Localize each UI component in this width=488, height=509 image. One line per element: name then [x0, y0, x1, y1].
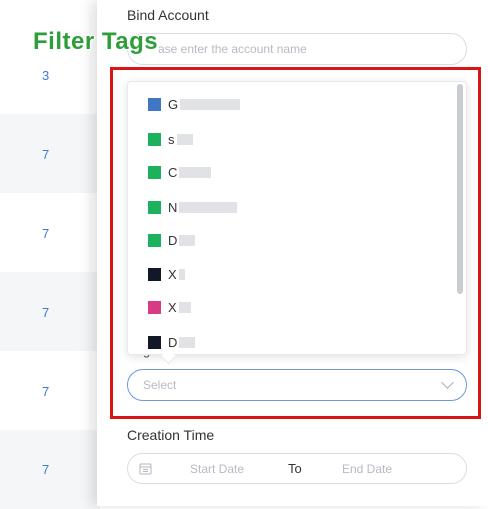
tag-color-swatch: [148, 165, 161, 179]
redacted-text: [179, 201, 238, 213]
date-separator: To: [288, 461, 302, 476]
tag-color-swatch: [148, 132, 161, 146]
table-row-value: 7: [42, 384, 50, 399]
tag-color-swatch: [148, 267, 161, 281]
redacted-text: [180, 98, 241, 110]
tag-option-label: D: [168, 334, 178, 350]
tag-option-label: X: [168, 299, 177, 315]
tag-option[interactable]: G: [148, 94, 241, 114]
tag-option[interactable]: D: [148, 332, 196, 352]
tag-color-swatch: [148, 233, 161, 247]
start-date-input[interactable]: Start Date: [190, 462, 244, 476]
tag-option-label: N: [168, 199, 178, 215]
end-date-input[interactable]: End Date: [342, 462, 392, 476]
background-table: 3 7 7 7 7 7: [0, 0, 100, 509]
tag-color-swatch: [148, 335, 161, 349]
tags-select[interactable]: Select: [127, 369, 467, 401]
redacted-text: [179, 234, 196, 246]
tags-dropdown: G s C N D X X D: [127, 81, 467, 355]
bind-account-placeholder: ase enter the account name: [158, 42, 307, 56]
redacted-text: [179, 166, 212, 178]
tag-option-label: X: [168, 266, 177, 282]
tag-option[interactable]: D: [148, 230, 196, 250]
date-range-picker[interactable]: Start Date To End Date: [127, 453, 467, 484]
tag-option[interactable]: X: [148, 264, 185, 284]
tag-color-swatch: [148, 200, 161, 214]
table-row: 7: [0, 193, 100, 272]
annotation-title: Filter Tags: [33, 28, 159, 55]
tag-option-label: C: [168, 164, 178, 180]
tag-option-label: G: [168, 96, 179, 112]
table-row-value: 7: [42, 147, 50, 162]
tag-option-label: D: [168, 232, 178, 248]
tags-select-placeholder: Select: [143, 378, 177, 392]
chevron-down-icon: [441, 376, 454, 389]
redacted-text: [178, 301, 191, 313]
table-row: 7: [0, 351, 100, 430]
table-row-value: 7: [42, 462, 50, 477]
table-row-value: 7: [42, 305, 50, 320]
redacted-text: [176, 133, 193, 145]
table-row: 7: [0, 272, 100, 351]
redacted-text: [178, 268, 185, 280]
redacted-text: [179, 336, 196, 348]
table-row: 7: [0, 430, 100, 509]
tag-option-label: s: [168, 131, 175, 147]
tag-color-swatch: [148, 97, 161, 111]
dropdown-scrollbar[interactable]: [457, 84, 463, 294]
bind-account-input[interactable]: ase enter the account name: [127, 33, 467, 65]
table-row-value: 3: [42, 68, 50, 83]
table-row: 7: [0, 114, 100, 193]
tag-color-swatch: [148, 300, 161, 314]
bind-account-label: Bind Account: [127, 7, 209, 23]
table-row-value: 7: [42, 226, 50, 241]
tag-option[interactable]: C: [148, 162, 212, 182]
calendar-icon: [139, 463, 152, 475]
tag-option[interactable]: X: [148, 297, 191, 317]
tag-option[interactable]: s: [148, 129, 193, 149]
creation-time-label: Creation Time: [127, 427, 215, 443]
tag-option[interactable]: N: [148, 197, 238, 217]
